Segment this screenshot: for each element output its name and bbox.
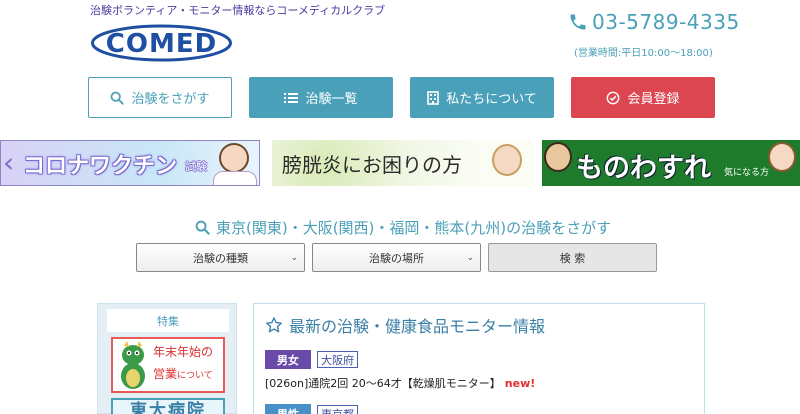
nav-register-button[interactable]: 会員登録 [571, 77, 715, 118]
covid-vaccine-banner[interactable]: ‹ コロナワクチン 試験 [0, 140, 260, 186]
new-year-hours-banner[interactable]: 年末年始の 営業について [111, 337, 225, 393]
check-circle-icon [607, 91, 620, 104]
latest-trials-title: 最新の治験・健康食品モニター情報 [289, 317, 546, 336]
phone-icon [570, 14, 586, 30]
gender-badge: 男性 [265, 404, 311, 414]
phone-number-text: 03-5789-4335 [592, 10, 740, 34]
nav-about-button[interactable]: 私たちについて [410, 77, 554, 118]
search-form: 治験の種類 ⌄ 治験の場所 ⌄ 検 索 [136, 243, 657, 272]
man-illustration-icon [544, 142, 572, 172]
todai-hospital-banner[interactable]: 東大病院 [111, 398, 225, 414]
nav-about-label: 私たちについて [446, 92, 537, 107]
covid-banner-small: 試験 [185, 160, 207, 173]
trial-item-link[interactable]: [026on]通院2回 20～64才【乾燥肌モニター】 new! [265, 375, 535, 391]
search-icon [111, 91, 125, 105]
chevron-down-icon: ⌄ [466, 253, 474, 263]
sidebar-heading: 特集 [107, 309, 229, 332]
search-heading: 東京(関東)・大阪(関西)・福岡・熊本(九州)の治験をさがす [195, 217, 611, 238]
nurse-body-icon [213, 171, 257, 185]
comed-logo[interactable]: COMED [90, 24, 233, 62]
new-badge: new! [504, 377, 536, 390]
search-icon [195, 220, 210, 235]
phone-number[interactable]: 03-5789-4335 [568, 10, 740, 34]
trial-tags: 男女 大阪府 [265, 350, 358, 369]
nav-search-label: 治験をさがす [131, 92, 210, 107]
trial-type-value: 治験の種類 [193, 251, 248, 265]
new-year-line2-small: について [177, 371, 213, 381]
logo-text: COMED [106, 29, 217, 59]
trial-place-value: 治験の場所 [369, 251, 424, 265]
new-year-line2-main: 営業 [153, 367, 178, 381]
banner-strip: ‹ コロナワクチン 試験 膀胱炎にお困りの方 ものわすれ 気になる方 [0, 140, 800, 186]
place-badge[interactable]: 大阪府 [317, 351, 358, 368]
latest-trials-heading: 最新の治験・健康食品モニター情報 [265, 313, 545, 337]
covid-banner-text: コロナワクチン [23, 154, 178, 179]
new-year-line2: 営業について [153, 365, 213, 382]
memory-banner-small: 気になる方 [724, 168, 770, 178]
memory-banner[interactable]: ものわすれ 気になる方 [542, 140, 800, 186]
dragon-illustration-icon [121, 341, 145, 389]
chevron-left-icon[interactable]: ‹ [3, 149, 14, 177]
star-icon [266, 317, 282, 333]
nav-list-button[interactable]: 治験一覧 [249, 77, 393, 118]
nav-list-label: 治験一覧 [305, 92, 358, 107]
trial-item-title: [026on]通院2回 20～64才【乾燥肌モニター】 [265, 377, 501, 390]
list-icon [284, 92, 299, 103]
chevron-down-icon: ⌄ [290, 253, 298, 263]
nav-register-label: 会員登録 [627, 92, 680, 107]
latest-trials-panel: 最新の治験・健康食品モニター情報 男女 大阪府 [026on]通院2回 20～6… [253, 303, 705, 414]
nurse-illustration-icon [219, 143, 249, 173]
business-hours: (営業時間:平日10:00～18:00) [574, 48, 713, 59]
feature-sidebar: 特集 年末年始の 営業について 東大病院 [97, 303, 237, 414]
trial-tags-2: 男性 東京都 [265, 404, 358, 414]
search-button[interactable]: 検 索 [488, 243, 657, 272]
bladder-banner-text: 膀胱炎にお困りの方 [282, 153, 462, 177]
building-icon [427, 90, 439, 105]
gender-badge: 男女 [265, 350, 311, 369]
new-year-line1: 年末年始の [153, 345, 214, 359]
woman-illustration-icon [492, 144, 522, 176]
place-badge[interactable]: 東京都 [317, 405, 358, 414]
trial-type-select[interactable]: 治験の種類 ⌄ [136, 243, 305, 272]
trial-place-select[interactable]: 治験の場所 ⌄ [312, 243, 481, 272]
search-heading-text: 東京(関東)・大阪(関西)・福岡・熊本(九州)の治験をさがす [216, 219, 612, 237]
site-tagline: 治験ボランティア・モニター情報ならコーメディカルクラブ [90, 4, 386, 17]
woman2-illustration-icon [768, 142, 796, 172]
main-nav: 治験をさがす 治験一覧 私たちについて 会員登録 [88, 77, 715, 118]
memory-banner-text: ものわすれ [576, 153, 711, 184]
bladder-banner[interactable]: 膀胱炎にお困りの方 [272, 140, 532, 186]
nav-search-button[interactable]: 治験をさがす [88, 77, 232, 118]
